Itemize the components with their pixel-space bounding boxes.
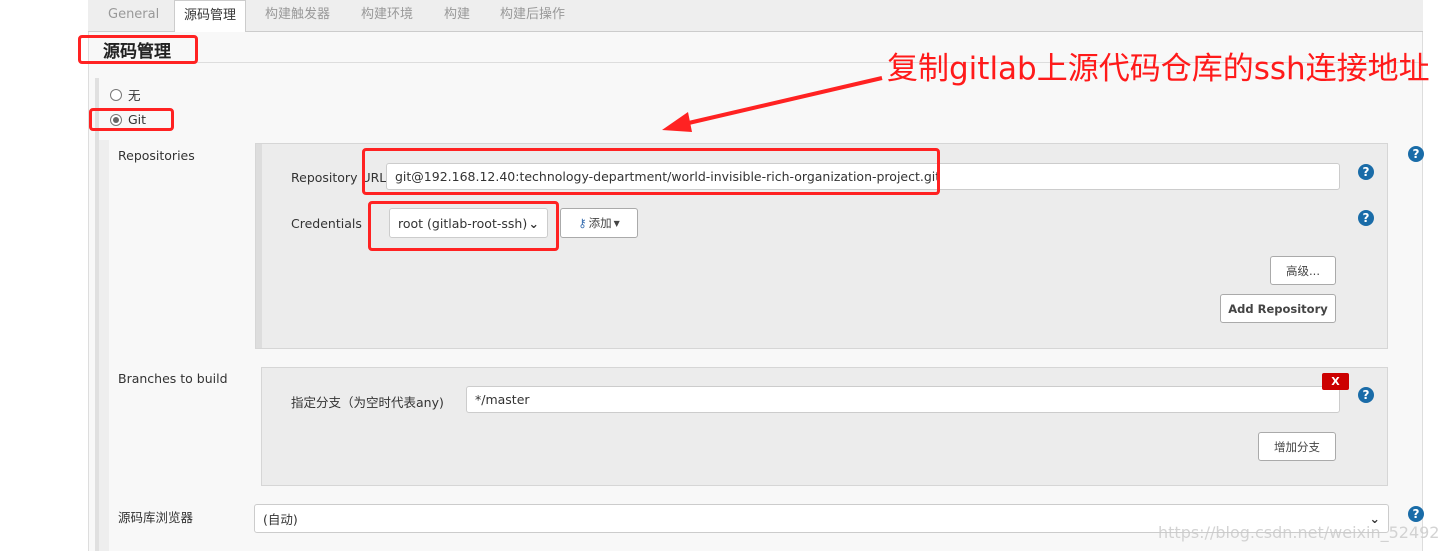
highlight-box: [368, 201, 559, 251]
credentials-label: Credentials: [291, 216, 362, 231]
key-icon: ⚷: [578, 216, 587, 230]
annotation-text: 复制gitlab上源代码仓库的ssh连接地址: [887, 51, 1430, 87]
add-credentials-button[interactable]: ⚷ 添加 ▼: [560, 208, 638, 238]
watermark: https://blog.csdn.net/weixin_52492280: [1158, 523, 1438, 542]
repositories-label: Repositories: [118, 148, 195, 163]
help-icon[interactable]: ?: [1358, 164, 1374, 180]
help-icon[interactable]: ?: [1358, 210, 1374, 226]
repository-browser-label: 源码库浏览器: [118, 510, 194, 525]
branches-panel: [261, 367, 1388, 486]
help-icon[interactable]: ?: [1408, 506, 1424, 522]
help-icon[interactable]: ?: [1358, 387, 1374, 403]
tab-scm[interactable]: 源码管理: [174, 0, 247, 32]
tab-bar: General 源码管理 构建触发器 构建环境 构建 构建后操作: [88, 0, 1423, 32]
tab-build[interactable]: 构建: [444, 0, 470, 32]
tab-general[interactable]: General: [108, 0, 159, 32]
advanced-button[interactable]: 高级...: [1270, 256, 1336, 285]
highlight-box: [78, 35, 198, 64]
branch-specifier-label: 指定分支（为空时代表any): [291, 395, 444, 410]
tab-triggers[interactable]: 构建触发器: [265, 0, 330, 32]
tab-environment[interactable]: 构建环境: [361, 0, 413, 32]
add-repository-button[interactable]: Add Repository: [1220, 294, 1336, 323]
delete-branch-button[interactable]: X: [1322, 373, 1349, 390]
arrow-icon: [662, 76, 883, 132]
help-icon[interactable]: ?: [1408, 146, 1424, 162]
branches-label: Branches to build: [118, 371, 228, 386]
radio-button[interactable]: [110, 88, 122, 101]
highlight-box: [362, 148, 940, 195]
highlight-box: [89, 108, 174, 131]
git-bar: [99, 140, 109, 551]
radio-none[interactable]: 无: [110, 85, 141, 104]
caret-down-icon: ▼: [613, 218, 620, 228]
add-branch-button[interactable]: 增加分支: [1258, 432, 1336, 461]
branch-specifier-input[interactable]: */master: [466, 386, 1340, 413]
tab-post-build[interactable]: 构建后操作: [500, 0, 565, 32]
